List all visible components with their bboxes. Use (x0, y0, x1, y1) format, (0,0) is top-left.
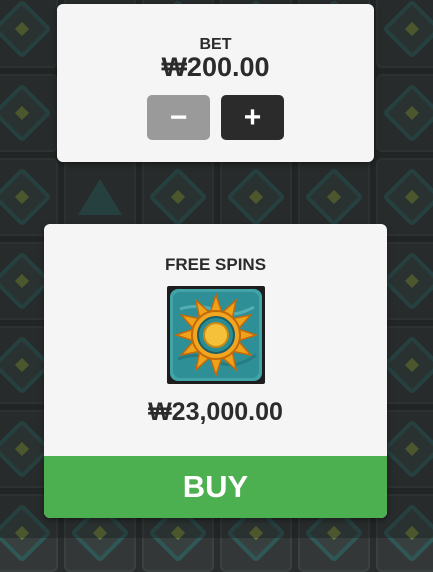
buy-button[interactable]: BUY (44, 456, 387, 518)
free-spins-panel: FREE SPINS ₩23,000.00 BUY (44, 224, 387, 518)
bet-amount: ₩200.00 (161, 52, 270, 82)
minus-icon: − (169, 100, 188, 134)
sun-icon (167, 286, 265, 384)
bet-panel: BET ₩200.00 − + (57, 4, 374, 162)
plus-icon: + (243, 100, 262, 134)
free-spins-title: FREE SPINS (164, 255, 267, 274)
increase-bet-button[interactable]: + (221, 95, 284, 140)
free-spins-price: ₩23,000.00 (148, 398, 283, 426)
decrease-bet-button[interactable]: − (147, 95, 210, 140)
